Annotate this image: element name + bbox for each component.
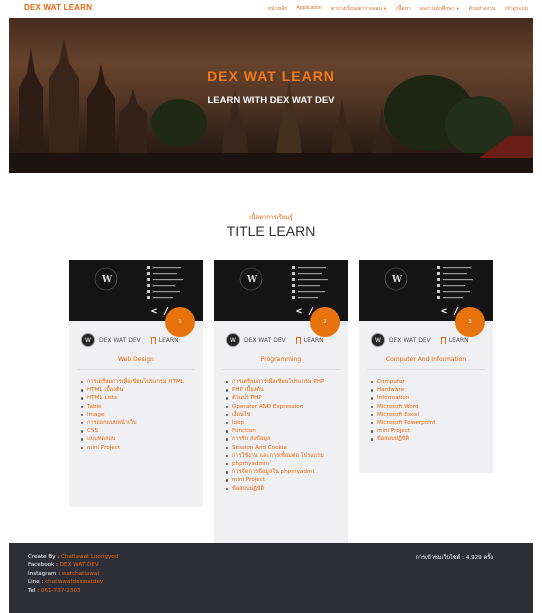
topic-item[interactable]: HTML Lists	[81, 394, 184, 402]
bookmark-icon	[440, 336, 446, 344]
hero-title: DEX WAT LEARN	[207, 68, 335, 84]
topic-item[interactable]: Session And Cookie	[226, 444, 324, 452]
topic-item[interactable]: CSS	[81, 427, 184, 435]
topic-item[interactable]: Function	[226, 427, 324, 435]
divider	[77, 369, 195, 370]
topic-item[interactable]: mini Project	[371, 427, 435, 435]
topic-item[interactable]: Table	[81, 403, 184, 411]
topic-list: Computer Hardware Information Microsoft Wor…	[371, 378, 435, 444]
topic-item[interactable]: ข้อสอบปฏิบัติ	[371, 435, 435, 443]
topic-item[interactable]: Image	[81, 411, 184, 419]
topic-item[interactable]: การจัดการข้อมูลใน phpmyadmi	[226, 468, 324, 476]
nav-menu: หน้าหลัก Application ตารางเรียน/ตารางสอน…	[268, 5, 528, 13]
course-category[interactable]: Web Design	[69, 356, 203, 363]
topic-list: การเตรียมการเพื่อเขียนโปรแกรม PHP PHP เบื…	[226, 378, 324, 493]
footer-contact: Create By : Chatlawat Loongyod Facebook …	[28, 554, 119, 594]
topic-item[interactable]: ข้อสอบปฏิบัติ	[226, 485, 324, 493]
topic-item[interactable]: Hardware	[371, 386, 435, 394]
topic-item[interactable]: เงื่อนไข	[226, 411, 324, 419]
footer-instagram-link[interactable]: watchatlawat	[62, 571, 100, 577]
topic-item[interactable]: HTML เบื้องต้น	[81, 386, 184, 394]
nav-item-application[interactable]: Application	[296, 5, 321, 13]
topic-item[interactable]: mini Project	[226, 476, 324, 484]
course-card-programming[interactable]: W < /2 W DEX WAT DEV LEARN Programming การเตรี…	[214, 260, 348, 576]
bookmark-icon	[150, 336, 156, 344]
topic-item[interactable]: การเตรียมการเพื่อเขียนโปรแกรม HTML	[81, 378, 184, 386]
footer-creator-link[interactable]: Chatlawat Loongyod	[61, 554, 118, 560]
footer: Create By : Chatlawat Loongyod Facebook …	[9, 543, 533, 613]
learn-link[interactable]: LEARN	[150, 336, 179, 344]
section-title: TITLE LEARN	[226, 223, 316, 239]
section-kicker: เนื้อหาการเรียนรู้	[249, 214, 293, 221]
divider	[367, 369, 485, 370]
learn-link[interactable]: LEARN	[295, 336, 324, 344]
topic-item[interactable]: ตัวแปร PHP	[226, 394, 324, 402]
topic-item[interactable]: การใช้งาน และการเชื่อมต่อ โปรแกรม	[226, 452, 324, 460]
avatar: W	[371, 333, 385, 347]
course-card-computer-information[interactable]: W < /3 W DEX WAT DEV LEARN Computer And Infor…	[359, 260, 493, 473]
nav-item-student-work[interactable]: ผลงานนักศึกษา▼	[420, 5, 460, 13]
bookmark-icon	[295, 336, 301, 344]
nav-item-examples[interactable]: ตัวอย่างงาน	[469, 5, 496, 13]
topic-item[interactable]: Microsoft Excel	[371, 411, 435, 419]
topic-item[interactable]: Microsoft Word	[371, 403, 435, 411]
footer-visit-counter: การเข้าชมเว็บไซต์ : 4,929 ครั้ง	[415, 555, 493, 561]
caret-down-icon: ▼	[383, 6, 388, 11]
topic-item[interactable]: แบบทดสอบ	[81, 435, 184, 443]
topic-item[interactable]: การเตรียมการเพื่อเขียนโปรแกรม PHP	[226, 378, 324, 386]
course-category[interactable]: Computer And Information	[359, 356, 493, 363]
author-name: DEX WAT DEV	[244, 336, 286, 344]
topic-item[interactable]: Computer	[371, 378, 435, 386]
topic-item[interactable]: Operator AND Expression	[226, 403, 324, 411]
topic-item[interactable]: mini Project	[81, 444, 184, 452]
topic-item[interactable]: การรับ ส่งข้อมูล	[226, 435, 324, 443]
author-name: DEX WAT DEV	[99, 336, 141, 344]
caret-down-icon: ▼	[455, 6, 460, 11]
nav-item-schedule[interactable]: ตารางเรียน/ตารางสอน▼	[331, 5, 387, 13]
avatar: W	[81, 333, 95, 347]
course-category[interactable]: Programming	[214, 356, 348, 363]
nav-item-login[interactable]: เข้าสู่ระบบ	[504, 5, 528, 13]
topic-item[interactable]: PHP เบื้องต้น	[226, 386, 324, 394]
author-row: W DEX WAT DEV LEARN	[226, 333, 324, 347]
avatar: W	[226, 333, 240, 347]
nav-item-home[interactable]: หน้าหลัก	[268, 5, 288, 13]
topic-item[interactable]: Microsoft Powerpoint	[371, 419, 435, 427]
topic-list: การเตรียมการเพื่อเขียนโปรแกรม HTML HTML เ…	[81, 378, 184, 452]
author-row: W DEX WAT DEV LEARN	[81, 333, 179, 347]
divider	[222, 369, 340, 370]
hero-subtitle: LEARN WITH DEX WAT DEV	[207, 95, 335, 106]
svg-text:W: W	[101, 275, 113, 285]
brand-logo[interactable]: DEX WAT LEARN	[24, 3, 92, 12]
course-card-web-design[interactable]: W < /1 W DEX WAT DEV LEARN Web Design การเตรีย…	[69, 260, 203, 507]
footer-tel-link[interactable]: 061-737-2303	[41, 588, 81, 594]
topic-item[interactable]: loop	[226, 419, 324, 427]
footer-facebook-link[interactable]: DEX WAT DEV	[60, 562, 99, 568]
author-name: DEX WAT DEV	[389, 336, 431, 344]
learn-link[interactable]: LEARN	[440, 336, 469, 344]
topic-item[interactable]: การออกแบบหน้าเว็บ	[81, 419, 184, 427]
hero-banner: DEX WAT LEARN LEARN WITH DEX WAT DEV	[9, 18, 533, 173]
topic-item[interactable]: phpmyadmin	[226, 460, 324, 468]
svg-text:W: W	[246, 275, 258, 285]
navbar: DEX WAT LEARN หน้าหลัก Application ตาราง…	[0, 0, 542, 18]
footer-line-link[interactable]: chatlawatdexwatdev	[45, 579, 103, 585]
nav-item-content[interactable]: เนื้อหา	[396, 5, 411, 13]
topic-item[interactable]: Information	[371, 394, 435, 402]
svg-text:W: W	[391, 275, 403, 285]
author-row: W DEX WAT DEV LEARN	[371, 333, 469, 347]
